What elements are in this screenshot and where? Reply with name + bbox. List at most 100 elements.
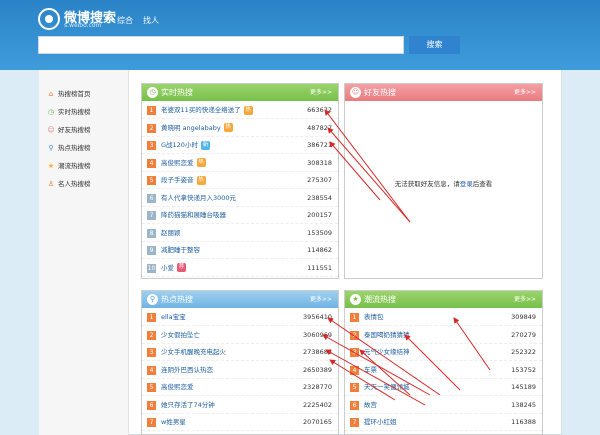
item-value: 308318 <box>307 158 332 167</box>
hot-badge-icon: 热 <box>243 105 253 115</box>
item-link[interactable]: 故宫 <box>364 397 377 414</box>
list-item[interactable]: 3 G战120小时新 386721 <box>142 137 338 154</box>
sidebar-item-celebrity[interactable]: ♙ 名人热搜榜 <box>47 176 127 192</box>
list-item[interactable]: 3 元气少女缘结神 252322 <box>345 344 542 361</box>
list-item[interactable]: 5 段子手姿音热 275307 <box>142 172 338 189</box>
rank-badge: 3 <box>350 348 359 357</box>
item-value: 2328770 <box>303 383 332 391</box>
rank-badge: 9 <box>147 246 156 255</box>
item-link[interactable]: 少女手机醒晚充电起火 <box>161 344 226 361</box>
top-bar: 微博搜索 s.weibo.com 综合 找人 搜索 <box>0 0 600 70</box>
logo-subtitle: s.weibo.com <box>64 22 102 29</box>
clock-icon: ◷ <box>47 108 55 116</box>
realtime-more-link[interactable]: 更多>> <box>310 84 332 101</box>
item-link[interactable]: ella宝宝 <box>161 309 186 326</box>
item-value: 2225402 <box>303 400 332 409</box>
list-item[interactable]: 5 高俊熙恋爱 2328770 <box>142 379 338 396</box>
list-item[interactable]: 2 泰国喝奶猜猜猜 270279 <box>345 327 542 344</box>
list-item[interactable]: 3 少女手机醒晚充电起火 2738683 <box>142 344 338 361</box>
list-item[interactable]: 4 车票 153752 <box>345 362 542 379</box>
item-link[interactable]: 少女假拍坠亡 <box>161 327 200 344</box>
empty-message-text: 无法获取好友信息，请 <box>394 180 460 188</box>
weibo-logo-icon[interactable] <box>38 8 60 30</box>
item-link[interactable]: 车票 <box>364 362 377 379</box>
search-input[interactable] <box>38 36 404 54</box>
list-item[interactable]: 8 赵丽颖 153509 <box>142 225 338 242</box>
hot-badge-icon: 荐 <box>177 263 186 272</box>
friends-hot-card: ☺ 好友热搜 更多>> 无法获取好友信息，请登录后查看 <box>344 83 543 279</box>
friends-more-link[interactable]: 更多>> <box>514 84 536 101</box>
item-link[interactable]: 表情包 <box>364 309 384 326</box>
item-text: 有人代拿快递月入3000元 <box>161 193 237 202</box>
sidebar-item-label: 热搜榜首页 <box>58 90 91 98</box>
list-item[interactable]: 7 提环小红姐 116388 <box>345 414 542 431</box>
realtime-card-title: 实时热搜 <box>161 88 193 97</box>
list-item[interactable]: 9 减肥睡于整容 114862 <box>142 242 338 259</box>
item-text: 降药猫猫和展睡台吸器 <box>161 211 226 219</box>
list-item[interactable]: 6 她只存活了74分钟 2225402 <box>142 397 338 414</box>
list-item[interactable]: 7 降药猫猫和展睡台吸器 200157 <box>142 207 338 224</box>
login-link[interactable]: 登录 <box>460 180 473 188</box>
friends-card-title: 好友热搜 <box>364 88 396 97</box>
list-item[interactable]: 2 少女假拍坠亡 3060969 <box>142 327 338 344</box>
list-item[interactable]: 1 ella宝宝 3956410 <box>142 309 338 326</box>
person-icon: ♙ <box>47 180 55 188</box>
item-link[interactable]: w姓男星 <box>161 414 186 431</box>
item-link[interactable]: 有人代拿快递月入3000元 <box>161 190 236 207</box>
nav-tab-find-people[interactable]: 找人 <box>143 15 159 26</box>
item-value: 153752 <box>511 365 536 374</box>
item-link[interactable]: 黄晓明 angelababy 热 <box>161 120 233 137</box>
list-item[interactable]: 6 有人代拿快递月入3000元 238554 <box>142 190 338 207</box>
friends-icon: ☺ <box>350 87 361 98</box>
list-item[interactable]: 2 黄晓明 angelababy 热 487827 <box>142 120 338 137</box>
item-link[interactable]: 提环小红姐 <box>364 414 397 431</box>
item-link[interactable]: 元气少女缘结神 <box>364 344 410 361</box>
item-link[interactable]: 高俊熙恋爱热 <box>161 155 206 172</box>
item-value: 487827 <box>307 123 332 132</box>
item-link[interactable]: 天天一笑便领城 <box>364 379 410 396</box>
item-value: 2738683 <box>303 348 332 356</box>
friends-card-header: ☺ 好友热搜 更多>> <box>345 84 542 101</box>
trend-more-link[interactable]: 更多>> <box>514 291 536 308</box>
item-link[interactable]: 高俊熙恋爱 <box>161 379 194 396</box>
list-item[interactable]: 4 高俊熙恋爱热 308318 <box>142 155 338 172</box>
item-value: 238554 <box>307 193 332 202</box>
item-value: 309849 <box>511 313 536 321</box>
sidebar-item-trend[interactable]: ★ 潮流热搜榜 <box>47 158 127 174</box>
item-link[interactable]: 降药猫猫和展睡台吸器 <box>161 207 226 224</box>
item-link[interactable]: 减肥睡于整容 <box>161 242 200 259</box>
sidebar-item-realtime[interactable]: ◷ 实时热搜榜 <box>47 104 127 120</box>
trend-card-header: ★ 潮流热搜 更多>> <box>345 291 542 308</box>
sidebar-item-label: 潮流热搜榜 <box>58 162 91 170</box>
list-item[interactable]: 6 故宫 138245 <box>345 397 542 414</box>
list-item[interactable]: 1 表情包 309849 <box>345 309 542 326</box>
list-item[interactable]: 4 连阴外巴西认热恋 2650389 <box>142 362 338 379</box>
list-item[interactable]: 7 w姓男星 2070165 <box>142 414 338 431</box>
hotspot-card-title: 热点热搜 <box>161 295 193 304</box>
item-link[interactable]: 赵丽颖 <box>161 225 181 242</box>
item-text: 段子手姿音 <box>161 176 194 184</box>
item-value: 111551 <box>307 263 332 272</box>
item-link[interactable]: 她只存活了74分钟 <box>161 397 215 414</box>
list-item[interactable]: 5 天天一笑便领城 145189 <box>345 379 542 396</box>
item-value: 145189 <box>511 383 536 391</box>
item-link[interactable]: 小爱荐 <box>161 260 186 277</box>
trend-card-title: 潮流热搜 <box>364 295 396 304</box>
sidebar-item-home[interactable]: ⌂ 热搜榜首页 <box>47 86 127 102</box>
item-link[interactable]: 段子手姿音热 <box>161 172 206 189</box>
item-link[interactable]: 老婆双11买的快递全络送了热 <box>161 102 253 119</box>
search-button[interactable]: 搜索 <box>409 36 460 54</box>
nav-tab-comprehensive[interactable]: 综合 <box>117 15 133 26</box>
item-link[interactable]: 连阴外巴西认热恋 <box>161 362 213 379</box>
item-link[interactable]: G战120小时新 <box>161 137 210 154</box>
hotspot-more-link[interactable]: 更多>> <box>310 291 332 308</box>
item-link[interactable]: 泰国喝奶猜猜猜 <box>364 327 410 344</box>
list-item[interactable]: 1 老婆双11买的快递全络送了热 663672 <box>142 102 338 119</box>
sidebar-item-friends[interactable]: ☺ 好友热搜榜 <box>47 122 127 138</box>
rank-badge: 4 <box>147 158 156 168</box>
sidebar-item-hotspot[interactable]: ⚲ 热点热搜榜 <box>47 140 127 156</box>
search-icon: ⚲ <box>147 294 158 305</box>
list-item[interactable]: 10 小爱荐 111551 <box>142 260 338 277</box>
rank-badge: 4 <box>147 365 156 375</box>
rank-badge: 1 <box>147 106 156 115</box>
